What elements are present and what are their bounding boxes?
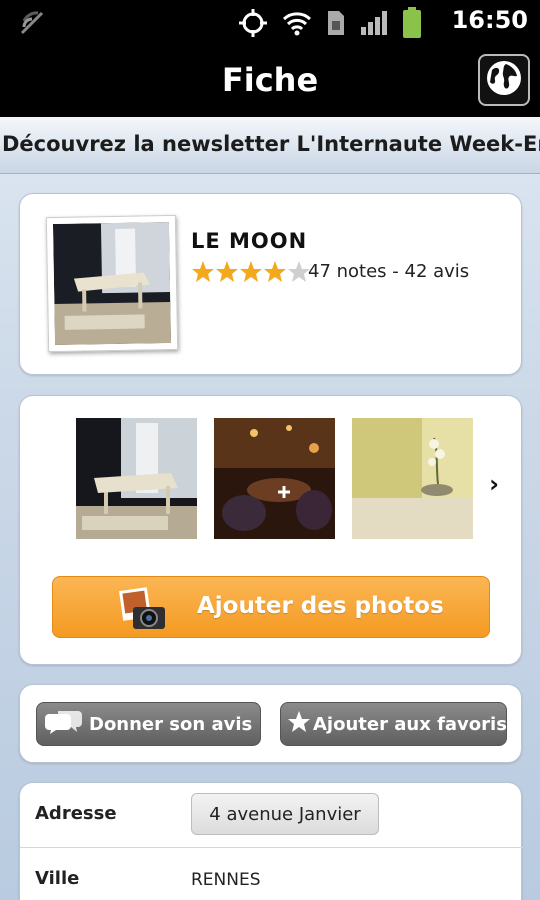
gallery-photo-1[interactable] bbox=[76, 418, 197, 539]
clock: 16:50 bbox=[451, 6, 528, 34]
venue-info-card: Adresse 4 avenue Janvier Ville RENNES bbox=[19, 782, 523, 900]
add-photos-label: Ajouter des photos bbox=[197, 593, 444, 619]
star-icon bbox=[287, 710, 311, 739]
add-photos-button[interactable]: Ajouter des photos bbox=[52, 576, 490, 638]
give-review-label: Donner son avis bbox=[89, 713, 253, 735]
camera-icon bbox=[119, 587, 167, 635]
venue-thumbnail[interactable] bbox=[45, 214, 179, 353]
newsletter-text: Découvrez la newsletter L'Internaute Wee… bbox=[2, 132, 540, 156]
venue-header-card: LE MOON 47 notes - 42 avis bbox=[19, 193, 522, 375]
photo-gallery-card: › Ajouter des photos bbox=[19, 395, 522, 665]
address-label: Adresse bbox=[35, 803, 117, 824]
star-filled-icon bbox=[264, 261, 286, 282]
speech-bubbles-icon bbox=[45, 708, 83, 741]
ratings-summary[interactable]: 47 notes - 42 avis bbox=[308, 261, 469, 282]
title-bar: Fiche bbox=[0, 45, 540, 117]
gallery-photo-3[interactable] bbox=[352, 418, 473, 539]
cell-signal-icon bbox=[360, 10, 388, 40]
star-filled-icon bbox=[192, 261, 214, 282]
battery-icon bbox=[402, 7, 422, 43]
info-row-address: Adresse 4 avenue Janvier bbox=[20, 783, 523, 847]
globe-button[interactable] bbox=[478, 54, 530, 106]
gallery-photo-2[interactable] bbox=[214, 418, 335, 539]
address-button[interactable]: 4 avenue Janvier bbox=[191, 793, 379, 835]
piano-photo bbox=[52, 221, 172, 346]
status-bar: 16:50 bbox=[0, 0, 540, 45]
newsletter-banner[interactable]: Découvrez la newsletter L'Internaute Wee… bbox=[0, 117, 540, 174]
add-favorites-label: Ajouter aux favoris bbox=[313, 713, 507, 735]
star-filled-icon bbox=[216, 261, 238, 282]
city-label: Ville bbox=[35, 868, 80, 889]
gallery-next-arrow[interactable]: › bbox=[489, 470, 499, 498]
rating-stars bbox=[191, 260, 311, 284]
give-review-button[interactable]: Donner son avis bbox=[36, 702, 261, 746]
wifi-icon bbox=[282, 10, 312, 40]
add-favorites-button[interactable]: Ajouter aux favoris bbox=[280, 702, 507, 746]
info-row-city: Ville RENNES bbox=[20, 847, 523, 900]
signal-strength-icon bbox=[18, 9, 46, 41]
venue-name: LE MOON bbox=[191, 229, 308, 253]
actions-card: Donner son avis Ajouter aux favoris bbox=[19, 684, 522, 763]
gps-icon bbox=[238, 8, 268, 42]
sim-icon bbox=[326, 9, 346, 41]
city-value: RENNES bbox=[191, 870, 261, 890]
star-filled-icon bbox=[240, 261, 262, 282]
globe-icon bbox=[484, 58, 524, 102]
page-title: Fiche bbox=[221, 61, 319, 99]
